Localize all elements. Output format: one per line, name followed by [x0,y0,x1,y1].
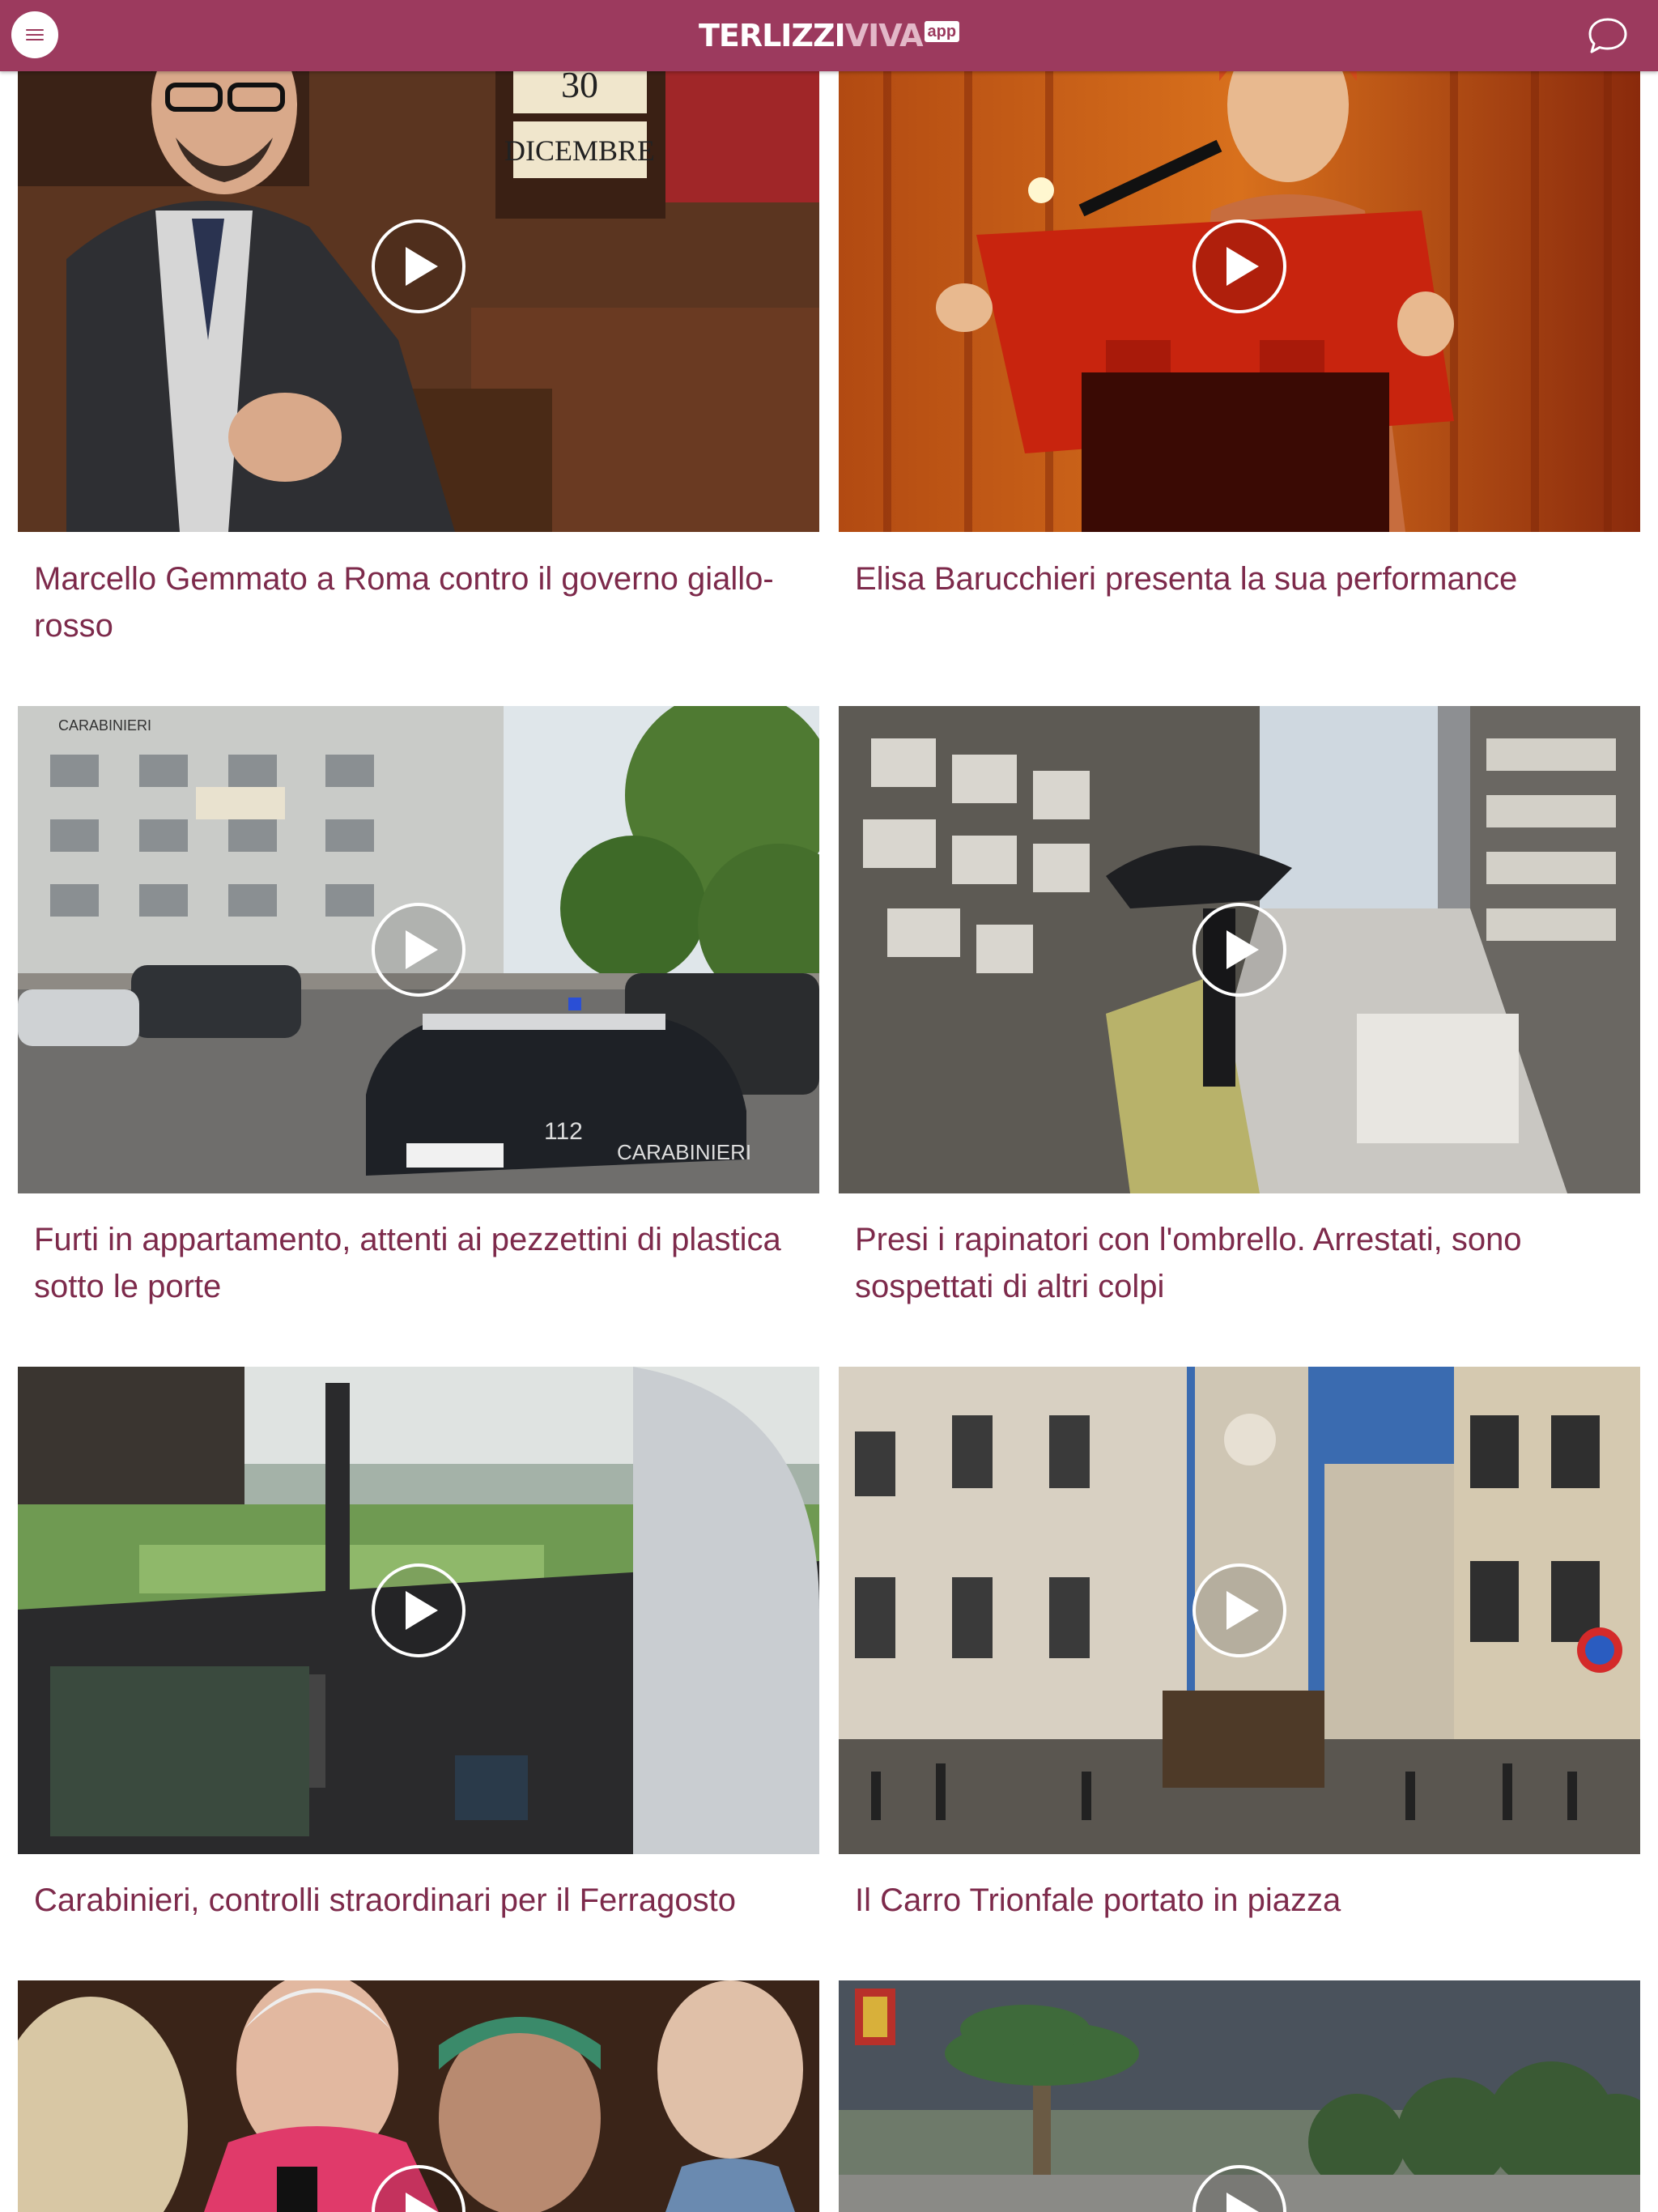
video-thumbnail[interactable] [18,1980,819,2212]
logo-text-secondary: VIVA [844,18,924,53]
play-icon[interactable] [372,1563,466,1657]
menu-button[interactable] [11,11,58,58]
video-title[interactable]: Furti in appartamento, attenti ai pezzet… [34,1216,803,1310]
thumbnail-text: 112 [544,1118,583,1145]
video-title[interactable]: Marcello Gemmato a Roma contro il govern… [34,555,803,649]
app-header: TERLIZZI VIVA app [0,0,1658,71]
play-icon[interactable] [372,219,466,313]
video-thumbnail[interactable] [839,0,1640,532]
play-icon[interactable] [1192,219,1286,313]
hamburger-menu-icon [26,29,44,40]
thumbnail-text: CARABINIERI [617,1140,751,1164]
video-thumbnail[interactable]: CARABINIERI 112 CARABINIERI [18,706,819,1193]
video-title[interactable]: Il Carro Trionfale portato in piazza [855,1877,1624,1924]
play-icon[interactable] [1192,903,1286,997]
video-thumbnail[interactable] [839,1980,1640,2212]
logo-text-primary: TERLIZZI [698,18,846,53]
video-thumbnail[interactable] [839,706,1640,1193]
video-thumbnail[interactable]: 30 DICEMBRE [18,0,819,532]
chat-button[interactable] [1587,16,1629,55]
video-feed: 30 DICEMBRE Marcello Gemmato a Roma cont… [0,0,1658,2212]
logo-app-badge: app [924,21,960,42]
app-logo[interactable]: TERLIZZI VIVA app [698,18,960,53]
thumbnail-text: CARABINIERI [58,717,151,734]
thumbnail-text: DICEMBRE [504,134,655,167]
video-title[interactable]: Presi i rapinatori con l'ombrello. Arres… [855,1216,1624,1310]
play-icon[interactable] [372,903,466,997]
video-title[interactable]: Elisa Barucchieri presenta la sua perfor… [855,555,1624,602]
play-icon[interactable] [1192,1563,1286,1657]
video-thumbnail[interactable] [839,1367,1640,1854]
video-thumbnail[interactable] [18,1367,819,1854]
video-title[interactable]: Carabinieri, controlli straordinari per … [34,1877,803,1924]
speech-bubble-icon [1588,18,1627,53]
